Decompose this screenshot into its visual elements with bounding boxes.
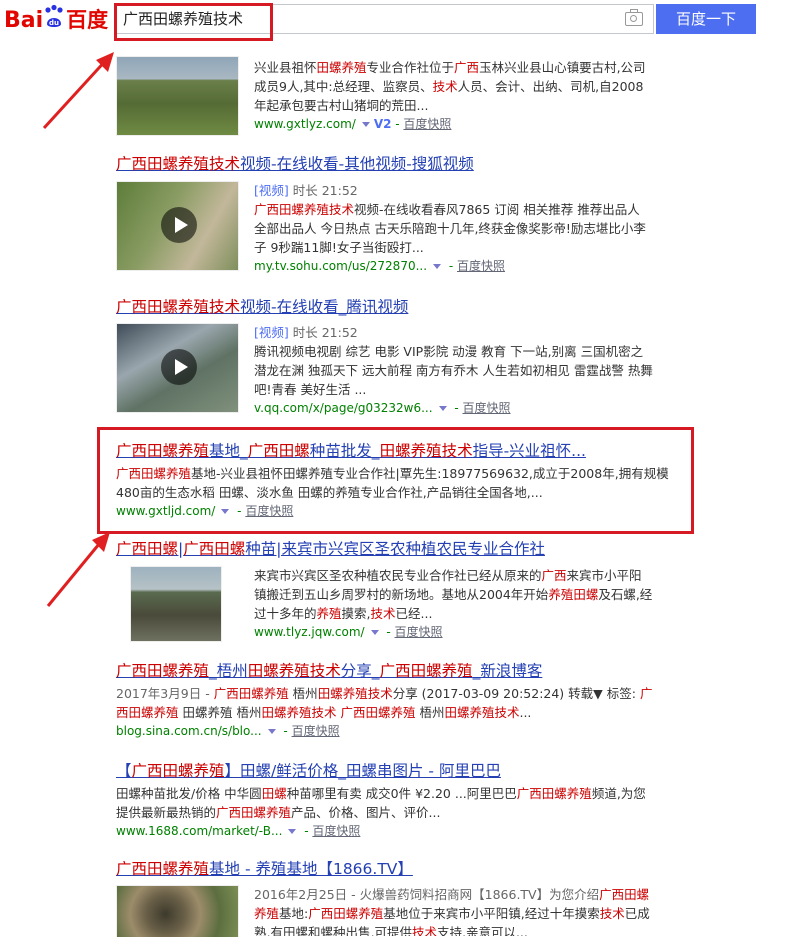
video-duration: 时长 21:52 bbox=[292, 183, 358, 198]
result-item: 广西田螺养殖_梧州田螺养殖技术分享_广西田螺养殖_新浪博客 2017年3月9日 … bbox=[116, 661, 656, 741]
result-item: 广西田螺养殖技术视频-在线收看_腾讯视频 bbox=[116, 297, 686, 317]
result-abstract: 广西田螺养殖技术视频-在线收看春风7865 订阅 相关推荐 推荐出品人 全部出品… bbox=[254, 202, 646, 255]
verified-badge[interactable]: V2 bbox=[374, 117, 392, 131]
result-abstract: 2016年2月25日 - 火爆兽药饲料招商网【1866.TV】为您介绍广西田螺养… bbox=[254, 887, 650, 936]
result-url-line: www.gxtlyz.com/V2 - 百度快照 bbox=[254, 117, 452, 131]
paw-icon: du bbox=[45, 4, 63, 27]
result-title-link[interactable]: 广西田螺养殖基地 - 养殖基地【1866.TV】 bbox=[116, 860, 413, 878]
result-url[interactable]: blog.sina.com.cn/s/blo... bbox=[116, 724, 262, 738]
result-url-line: www.gxtljd.com/ - 百度快照 bbox=[116, 504, 294, 518]
video-thumbnail[interactable] bbox=[116, 181, 239, 271]
logo-latin-text: Bai bbox=[4, 8, 44, 33]
result-thumbnail[interactable] bbox=[130, 566, 222, 642]
result-body: [视频] 时长 21:52 腾讯视频电视剧 综艺 电影 VIP影院 动漫 教育 … bbox=[254, 323, 654, 418]
result-abstract: 兴业县祖怀田螺养殖专业合作社位于广西玉林兴业县山心镇要古村,公司成员9人,其中:… bbox=[254, 60, 646, 113]
arrow-annotation-top bbox=[42, 52, 114, 130]
result-item: 【广西田螺养殖】田螺/鲜活价格_田螺串图片 - 阿里巴巴 田螺种苗批发/价格 中… bbox=[116, 761, 656, 841]
result-item: 广西田螺养殖技术视频-在线收看-其他视频-搜狐视频 bbox=[116, 154, 686, 174]
result-title-link[interactable]: 广西田螺养殖_梧州田螺养殖技术分享_广西田螺养殖_新浪博客 bbox=[116, 662, 542, 680]
result-abstract: 腾讯视频电视剧 综艺 电影 VIP影院 动漫 教育 下一站,别离 三国机密之潜龙… bbox=[254, 344, 653, 397]
result-abstract: 田螺种苗批发/价格 中华圆田螺种苗哪里有卖 成交0件 ¥2.20 ...阿里巴巴… bbox=[116, 786, 646, 820]
video-thumbnail[interactable] bbox=[116, 323, 239, 413]
result-body: 2016年2月25日 - 火爆兽药饲料招商网【1866.TV】为您介绍广西田螺养… bbox=[254, 885, 654, 936]
query-highlight-box bbox=[114, 3, 273, 41]
play-icon[interactable] bbox=[161, 349, 197, 385]
snapshot-link[interactable]: 百度快照 bbox=[312, 824, 360, 838]
snapshot-link[interactable]: 百度快照 bbox=[292, 724, 340, 738]
snapshot-link[interactable]: 百度快照 bbox=[245, 504, 293, 518]
result-url[interactable]: v.qq.com/x/page/g03232w6... bbox=[254, 401, 433, 415]
result-abstract: 来宾市兴宾区圣农种植农民专业合作社已经从原来的广西来宾市小平阳镇搬迁到五山乡周罗… bbox=[254, 568, 653, 621]
search-button[interactable]: 百度一下 bbox=[656, 4, 756, 34]
result-url-line: v.qq.com/x/page/g03232w6... - 百度快照 bbox=[254, 401, 511, 415]
chevron-down-icon[interactable] bbox=[370, 629, 379, 635]
result-title-link[interactable]: 广西田螺养殖技术视频-在线收看_腾讯视频 bbox=[116, 298, 408, 316]
result-url[interactable]: my.tv.sohu.com/us/272870... bbox=[254, 259, 427, 273]
chevron-down-icon[interactable] bbox=[433, 263, 442, 269]
result-url-line: blog.sina.com.cn/s/blo... - 百度快照 bbox=[116, 724, 340, 738]
chevron-down-icon[interactable] bbox=[221, 508, 230, 514]
result-url[interactable]: www.tlyz.jqw.com/ bbox=[254, 625, 365, 639]
baidu-logo[interactable]: Bai du 百度 bbox=[4, 4, 108, 34]
camera-icon[interactable] bbox=[625, 9, 643, 26]
result-title-link[interactable]: 广西田螺|广西田螺种苗|来宾市兴宾区圣农种植农民专业合作社 bbox=[116, 540, 545, 558]
result-title-link[interactable]: 广西田螺养殖基地_广西田螺种苗批发_田螺养殖技术指导-兴业祖怀... bbox=[116, 442, 586, 460]
result-item: 兴业县祖怀田螺养殖专业合作社位于广西玉林兴业县山心镇要古村,公司成员9人,其中:… bbox=[254, 58, 654, 134]
snapshot-link[interactable]: 百度快照 bbox=[457, 259, 505, 273]
chevron-down-icon[interactable] bbox=[361, 121, 370, 127]
result-url-line: www.1688.com/market/-B... - 百度快照 bbox=[116, 824, 361, 838]
video-duration: 时长 21:52 bbox=[292, 325, 358, 340]
result-url-line: my.tv.sohu.com/us/272870... - 百度快照 bbox=[254, 259, 506, 273]
video-tag: [视频] bbox=[254, 183, 289, 198]
arrow-annotation-bottom bbox=[46, 532, 110, 607]
result-body: [视频] 时长 21:52 广西田螺养殖技术视频-在线收看春风7865 订阅 相… bbox=[254, 181, 654, 276]
result-thumbnail[interactable] bbox=[116, 885, 239, 937]
snapshot-link[interactable]: 百度快照 bbox=[395, 625, 443, 639]
result-url-line: www.tlyz.jqw.com/ - 百度快照 bbox=[254, 625, 443, 639]
result-item: 广西田螺养殖基地_广西田螺种苗批发_田螺养殖技术指导-兴业祖怀... 广西田螺养… bbox=[116, 441, 676, 521]
video-tag: [视频] bbox=[254, 325, 289, 340]
result-abstract: 广西田螺养殖基地-兴业县祖怀田螺养殖专业合作社|覃先生:18977569632,… bbox=[116, 466, 669, 500]
result-abstract: 2017年3月9日 - 广西田螺养殖 梧州田螺养殖技术分享 (2017-03-0… bbox=[116, 686, 653, 720]
chevron-down-icon[interactable] bbox=[438, 405, 447, 411]
snapshot-link[interactable]: 百度快照 bbox=[403, 117, 451, 131]
result-body: 来宾市兴宾区圣农种植农民专业合作社已经从原来的广西来宾市小平阳镇搬迁到五山乡周罗… bbox=[254, 566, 654, 642]
result-thumbnail[interactable] bbox=[116, 56, 239, 136]
snapshot-link[interactable]: 百度快照 bbox=[463, 401, 511, 415]
chevron-down-icon[interactable] bbox=[288, 828, 297, 834]
logo-chinese-text: 百度 bbox=[66, 8, 109, 32]
result-item: 广西田螺|广西田螺种苗|来宾市兴宾区圣农种植农民专业合作社 bbox=[116, 539, 686, 559]
chevron-down-icon[interactable] bbox=[267, 728, 276, 734]
result-url[interactable]: www.gxtlyz.com/ bbox=[254, 117, 356, 131]
svg-text:du: du bbox=[49, 19, 59, 27]
result-url[interactable]: www.gxtljd.com/ bbox=[116, 504, 215, 518]
result-title-link[interactable]: 【广西田螺养殖】田螺/鲜活价格_田螺串图片 - 阿里巴巴 bbox=[116, 762, 501, 780]
result-title-link[interactable]: 广西田螺养殖技术视频-在线收看-其他视频-搜狐视频 bbox=[116, 155, 474, 173]
play-icon[interactable] bbox=[161, 207, 197, 243]
result-url[interactable]: www.1688.com/market/-B... bbox=[116, 824, 282, 838]
result-item: 广西田螺养殖基地 - 养殖基地【1866.TV】 bbox=[116, 859, 686, 879]
